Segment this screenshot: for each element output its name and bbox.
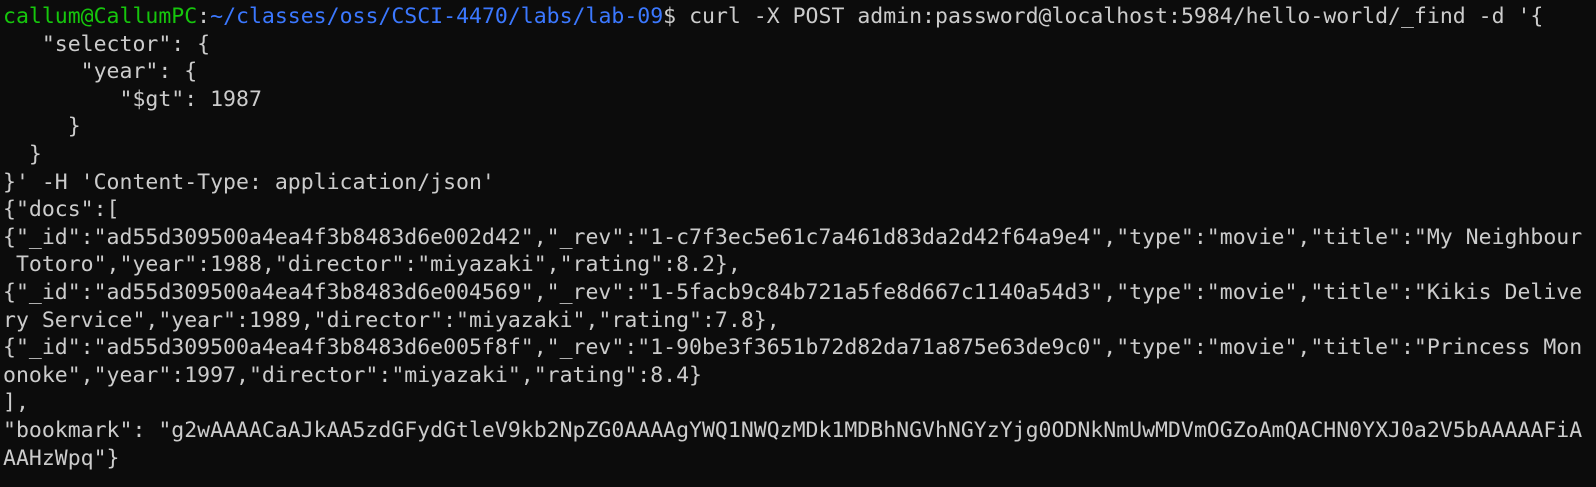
terminal-line: {"_id":"ad55d309500a4ea4f3b8483d6e005f8f… [3,335,1583,361]
prompt-user-host: callum@CallumPC [3,4,198,29]
prompt-separator: : [197,4,211,29]
terminal-line: "selector": { [3,31,211,57]
terminal-window[interactable]: callum@CallumPC:~/classes/oss/CSCI-4470/… [0,0,1596,487]
terminal-line: onoke","year":1997,"director":"miyazaki"… [3,362,702,388]
terminal-line: ], [3,390,29,416]
prompt-path: ~/classes/oss/CSCI-4470/labs/lab-09 [210,4,664,29]
prompt-line: callum@CallumPC:~/classes/oss/CSCI-4470/… [3,3,1596,31]
terminal-line: "year": { [3,59,198,85]
terminal-line: {"_id":"ad55d309500a4ea4f3b8483d6e004569… [3,279,1583,305]
terminal-line: "$gt": 1987 [3,86,262,112]
terminal-line: }' -H 'Content-Type: application/json' [3,169,495,195]
terminal-line: {"_id":"ad55d309500a4ea4f3b8483d6e002d42… [3,224,1583,250]
terminal-line: } [3,114,81,140]
terminal-line: {"docs":[ [3,197,120,223]
terminal-line: Totoro","year":1988,"director":"miyazaki… [3,252,741,278]
terminal-line: AAHzWpq"} [3,445,120,471]
terminal-line: } [3,141,42,167]
prompt-symbol: $ [663,4,690,29]
terminal-line: ry Service","year":1989,"director":"miya… [3,307,780,333]
terminal-line: "bookmark": "g2wAAAACaAJkAA5zdGFydGtleV9… [3,417,1583,443]
prompt-command: curl -X POST admin:password@localhost:59… [689,4,1544,29]
